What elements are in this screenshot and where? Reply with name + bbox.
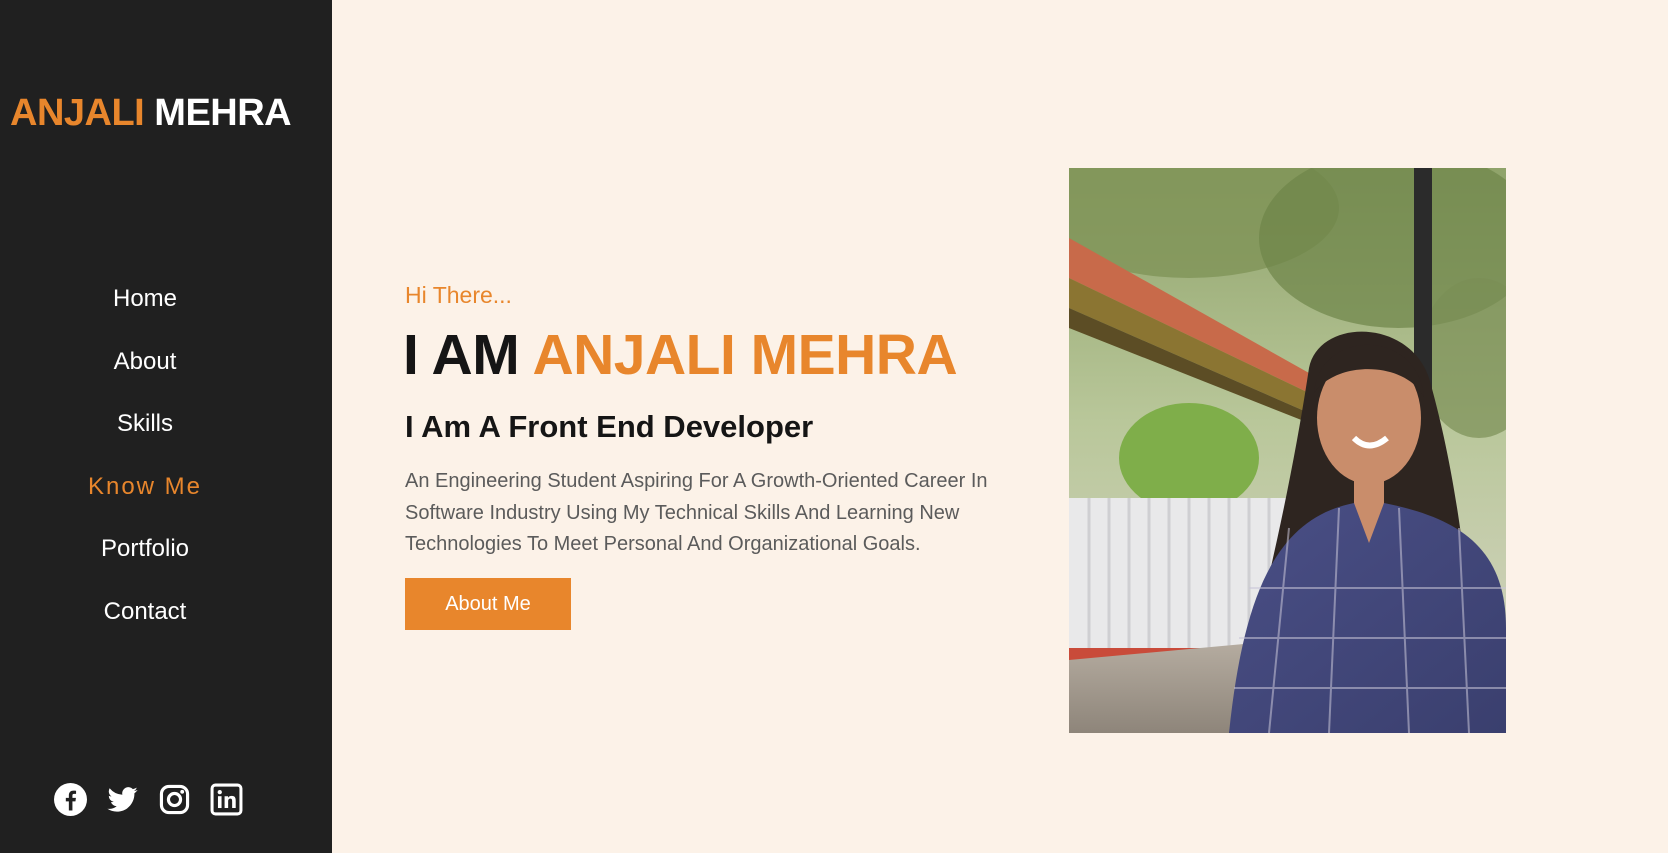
instagram-icon[interactable] — [158, 783, 191, 816]
main-nav: Home About Skills Know Me Portfolio Cont… — [0, 285, 290, 664]
nav-link-know-me[interactable]: Know Me — [88, 466, 202, 508]
hero-subhead: I Am A Front End Developer — [405, 409, 814, 444]
hero-headline: I AM ANJALI MEHRA — [403, 322, 958, 388]
about-me-button[interactable]: About Me — [405, 578, 571, 630]
hero-description: An Engineering Student Aspiring For A Gr… — [405, 470, 988, 555]
brand-last-name: MEHRA — [154, 92, 292, 134]
nav-link-skills[interactable]: Skills — [117, 403, 173, 445]
hero-section: Hi There... I AM ANJALI MEHRA I Am A Fro… — [332, 0, 1668, 853]
nav-item-contact: Contact — [0, 598, 290, 664]
headline-prefix: I AM — [403, 323, 520, 387]
profile-photo — [1069, 168, 1506, 733]
hero-greeting: Hi There... — [405, 282, 512, 308]
linkedin-icon[interactable] — [210, 783, 243, 816]
sidebar: ANJALI MEHRA Home About Skills Know Me P… — [0, 0, 332, 853]
nav-link-about[interactable]: About — [114, 341, 177, 383]
facebook-icon[interactable] — [54, 783, 87, 816]
twitter-icon[interactable] — [106, 783, 139, 816]
brand-logo[interactable]: ANJALI MEHRA — [10, 92, 292, 135]
nav-link-contact[interactable]: Contact — [104, 591, 187, 633]
social-links — [54, 783, 243, 816]
nav-link-portfolio[interactable]: Portfolio — [101, 528, 189, 570]
brand-first-name: ANJALI — [10, 92, 145, 134]
headline-name: ANJALI MEHRA — [532, 323, 958, 387]
nav-link-home[interactable]: Home — [113, 278, 177, 320]
